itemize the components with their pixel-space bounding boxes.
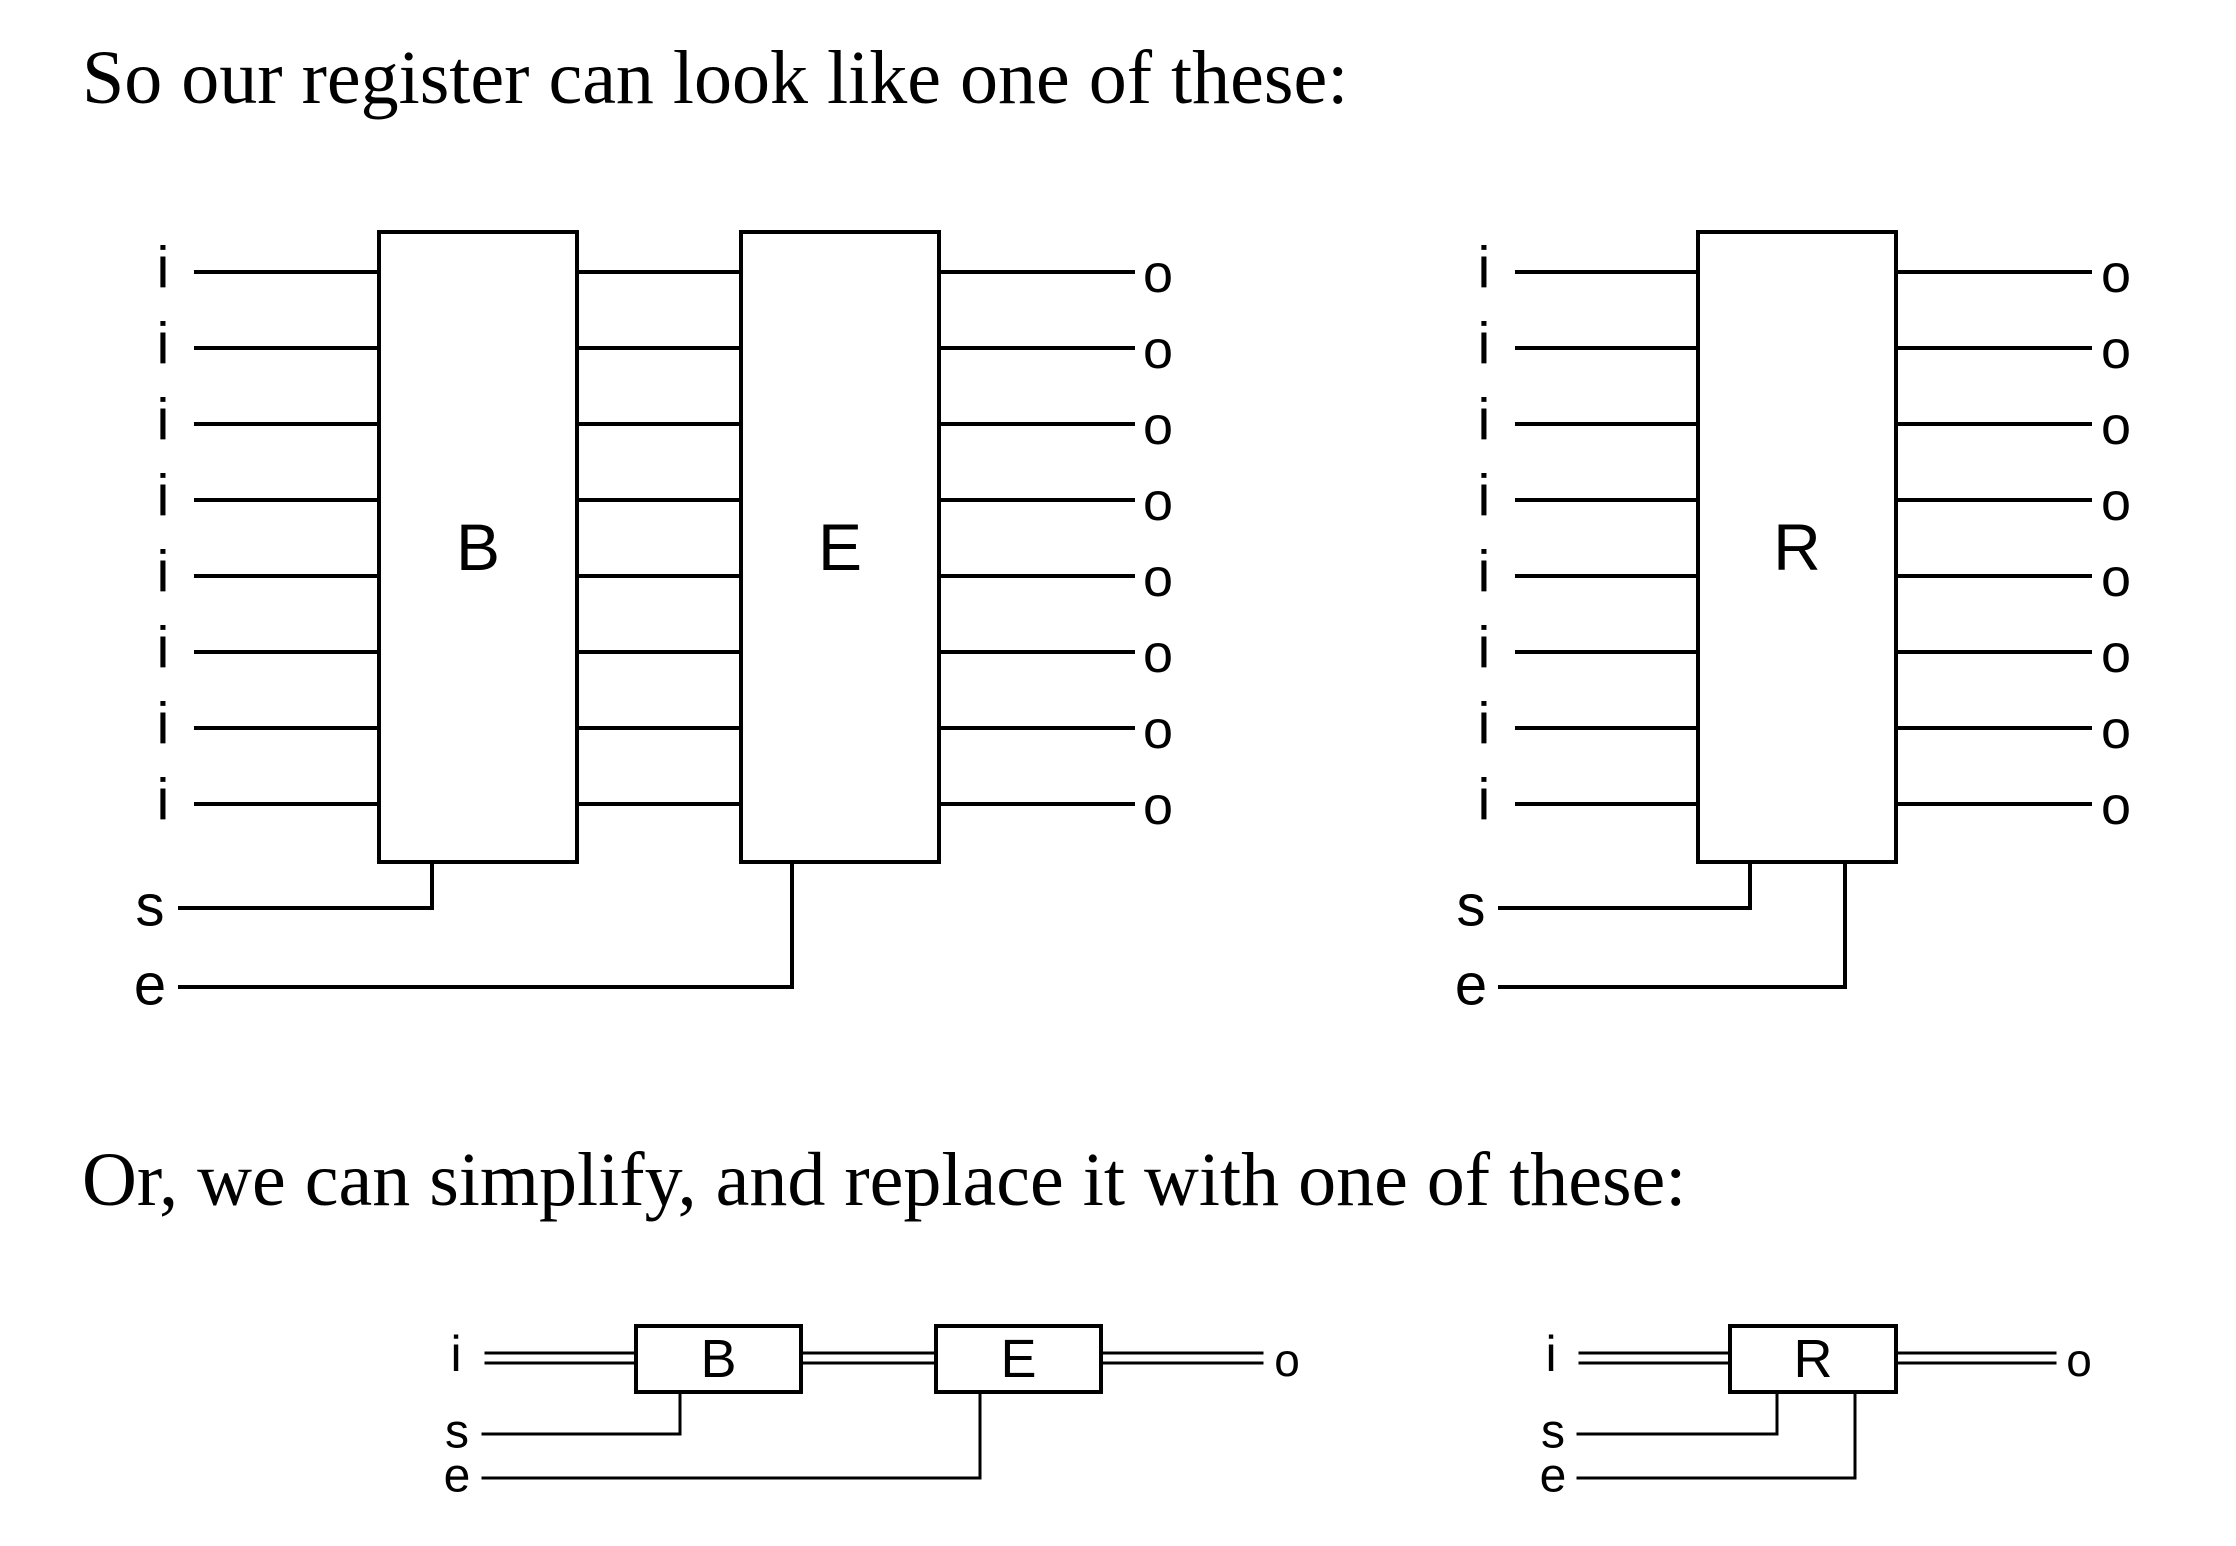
- enable-label: e: [444, 1450, 471, 1503]
- set-wire: [1576, 1390, 1779, 1436]
- output-label-0: o: [2101, 244, 2131, 304]
- input-label-7: i: [1478, 768, 1491, 833]
- output-label-3: o: [1143, 472, 1173, 532]
- byte-block-label: B: [700, 1329, 736, 1389]
- input-label-5: i: [157, 616, 170, 681]
- enable-label: e: [1540, 1450, 1567, 1503]
- input-label-0: i: [157, 236, 170, 301]
- output-label-3: o: [2101, 472, 2131, 532]
- input-label-2: i: [1478, 388, 1491, 453]
- diagram-simplified-register: i oRse: [1540, 1324, 2092, 1503]
- enabler-block-label: E: [1000, 1329, 1036, 1389]
- input-label-6: i: [1478, 692, 1491, 757]
- set-wire: [481, 1390, 682, 1436]
- input-label-7: i: [157, 768, 170, 833]
- input-label-6: i: [157, 692, 170, 757]
- output-label: o: [1274, 1334, 1300, 1386]
- output-label-0: o: [1143, 244, 1173, 304]
- output-label: o: [2066, 1334, 2092, 1386]
- output-label-5: o: [2101, 624, 2131, 684]
- enable-label: e: [1455, 953, 1487, 1018]
- diagram-detailed-byte-enabler: i o i o i o i o i o i o i o i o B Ese: [134, 230, 1173, 1018]
- output-label-4: o: [2101, 548, 2131, 608]
- input-label-5: i: [1478, 616, 1491, 681]
- enable-wire: [178, 860, 794, 989]
- input-label-1: i: [1478, 312, 1491, 377]
- caption-second: Or, we can simplify, and replace it with…: [82, 1138, 1687, 1222]
- input-label: i: [450, 1326, 461, 1382]
- output-label-1: o: [1143, 320, 1173, 380]
- diagram-detailed-register: i o i o i o i o i o i o i o i o Rse: [1455, 230, 2131, 1018]
- input-label: i: [1545, 1326, 1556, 1382]
- set-label: s: [136, 874, 165, 939]
- output-label-1: o: [2101, 320, 2131, 380]
- output-label-2: o: [1143, 396, 1173, 456]
- input-label-1: i: [157, 312, 170, 377]
- output-label-5: o: [1143, 624, 1173, 684]
- diagram-simplified-byte-enabler: i oB Ese: [444, 1324, 1300, 1503]
- byte-block-label: B: [456, 510, 500, 584]
- input-label-3: i: [1478, 464, 1491, 529]
- output-label-2: o: [2101, 396, 2131, 456]
- output-label-6: o: [1143, 700, 1173, 760]
- output-label-7: o: [2101, 776, 2131, 836]
- input-label-2: i: [157, 388, 170, 453]
- register-block-label: R: [1794, 1329, 1833, 1389]
- output-label-7: o: [1143, 776, 1173, 836]
- enable-wire: [1498, 860, 1847, 989]
- enabler-block-label: E: [818, 510, 862, 584]
- input-label-4: i: [1478, 540, 1491, 605]
- input-label-4: i: [157, 540, 170, 605]
- set-wire: [1498, 860, 1752, 910]
- input-label-0: i: [1478, 236, 1491, 301]
- register-diagrams: i oi oi oi oi oi oi oi oB Ese i oi oi oi oi oi oi oi oRse…: [134, 230, 2131, 1503]
- input-label-3: i: [157, 464, 170, 529]
- register-block-label: R: [1773, 510, 1821, 584]
- set-wire: [178, 860, 434, 910]
- enable-label: e: [134, 953, 166, 1018]
- output-label-6: o: [2101, 700, 2131, 760]
- set-label: s: [1457, 874, 1486, 939]
- output-label-4: o: [1143, 548, 1173, 608]
